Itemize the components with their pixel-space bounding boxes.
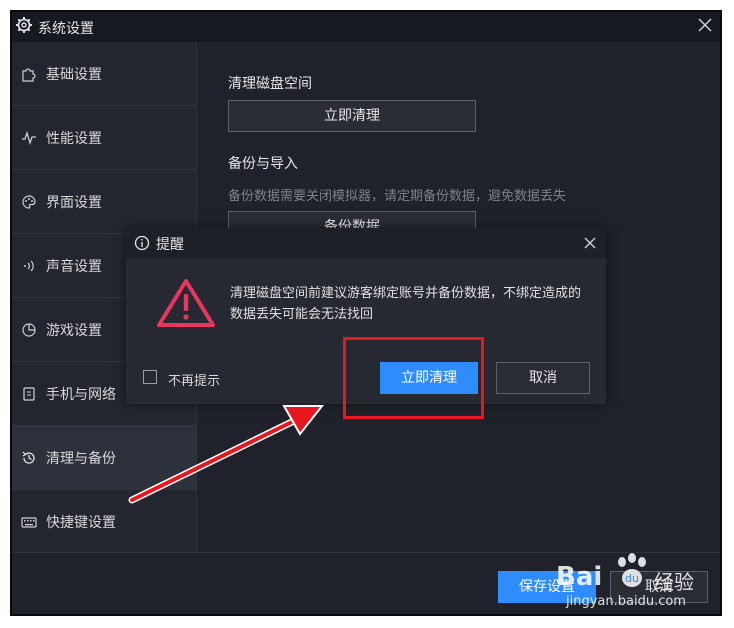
watermark-brand-suffix: 经验	[654, 570, 694, 594]
highlight-box	[343, 337, 484, 419]
close-icon[interactable]	[582, 235, 598, 251]
watermark-url: jingyan.baidu.com	[566, 594, 686, 609]
sidebar-item-clean-backup[interactable]: 清理与备份	[12, 426, 196, 490]
no-remind-checkbox[interactable]	[143, 370, 157, 384]
dialog-cancel-button[interactable]: 取消	[496, 362, 590, 394]
close-icon[interactable]	[696, 16, 714, 34]
sidebar-item-label: 手机与网络	[46, 387, 116, 403]
sidebar-item-label: 界面设置	[46, 195, 102, 211]
sidebar-item-shortcuts[interactable]: 快捷键设置	[12, 490, 196, 554]
title-bar: 系统设置	[12, 12, 720, 42]
paw-logo-icon: du	[618, 553, 646, 587]
sidebar-item-label: 性能设置	[46, 131, 102, 147]
sidebar-item-label: 快捷键设置	[46, 515, 116, 531]
sidebar-item-label: 游戏设置	[46, 323, 102, 339]
svg-text:du: du	[625, 572, 639, 585]
sidebar-item-basic[interactable]: 基础设置	[12, 42, 196, 106]
pulse-icon	[22, 130, 36, 146]
puzzle-icon	[22, 68, 36, 82]
game-icon	[22, 323, 36, 337]
sidebar-item-label: 清理与备份	[46, 451, 116, 467]
palette-icon	[22, 195, 36, 209]
clean-section-title: 清理磁盘空间	[228, 76, 312, 92]
sidebar-item-performance[interactable]: 性能设置	[12, 106, 196, 170]
backup-section-title: 备份与导入	[228, 156, 298, 172]
warning-icon	[157, 279, 215, 327]
clean-now-button[interactable]: 立即清理	[228, 100, 476, 132]
history-icon	[22, 451, 35, 464]
keyboard-icon	[21, 517, 37, 528]
sidebar-item-interface[interactable]: 界面设置	[12, 170, 196, 234]
phone-icon	[23, 387, 35, 401]
sidebar-item-label: 声音设置	[46, 259, 102, 275]
no-remind-label[interactable]: 不再提示	[168, 370, 220, 389]
gear-icon	[16, 17, 32, 33]
watermark-brand: Bai	[556, 562, 603, 592]
sidebar-item-label: 基础设置	[46, 67, 102, 83]
info-icon	[134, 235, 150, 251]
dialog-message: 清理磁盘空间前建议游客绑定账号并备份数据，不绑定造成的数据丢失可能会无法找回	[230, 286, 582, 322]
dialog-title: 提醒	[156, 237, 184, 253]
sound-icon	[24, 260, 34, 272]
backup-description: 备份数据需要关闭模拟器，请定期备份数据，避免数据丢失	[228, 189, 567, 204]
window-title: 系统设置	[38, 21, 94, 37]
dialog-header: 提醒	[126, 228, 606, 258]
